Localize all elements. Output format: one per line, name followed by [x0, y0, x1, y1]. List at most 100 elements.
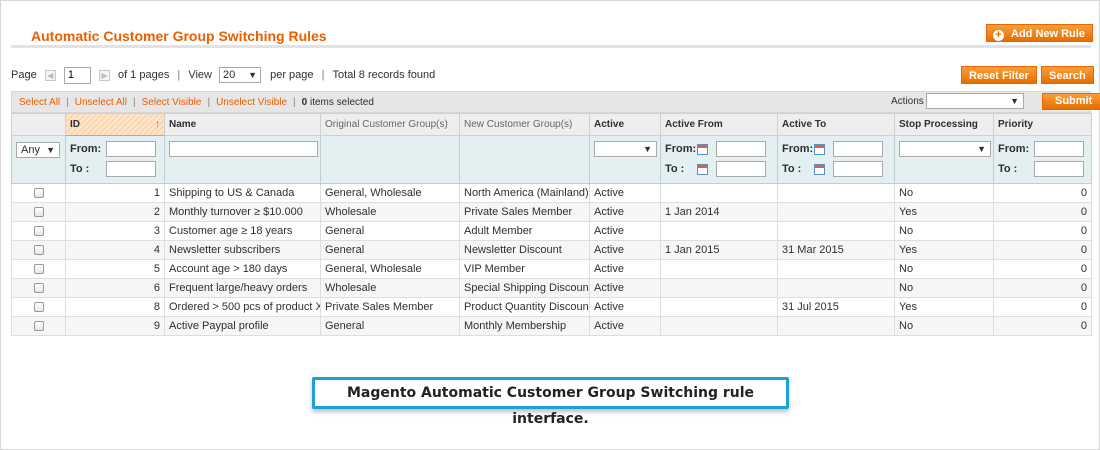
filter-original-groups: [320, 135, 460, 184]
grid-rows: 1 Shipping to US & Canada General, Wholesa…: [11, 183, 1092, 336]
active-from-to-label: To :: [665, 163, 685, 175]
table-row[interactable]: 2 Monthly turnover ≥ $10.000 Wholesale Priv…: [11, 202, 1092, 222]
header-id[interactable]: ID ↑: [65, 113, 165, 136]
stop-processing-filter-select[interactable]: ▼: [899, 141, 991, 157]
header-active-to[interactable]: Active To: [777, 113, 895, 136]
cell-priority: 0: [993, 278, 1092, 298]
cell-id: 8: [65, 297, 165, 317]
row-checkbox[interactable]: [33, 207, 44, 217]
cell-name: Account age > 180 days: [164, 259, 321, 279]
cell-to: [777, 259, 895, 279]
row-checkbox[interactable]: [33, 188, 44, 198]
page-label: Page: [11, 69, 37, 82]
rules-grid: ID ↑ Name Original Customer Group(s) New …: [11, 113, 1092, 336]
page-number-input[interactable]: [63, 66, 91, 84]
per-page-select[interactable]: 20 ▼: [219, 67, 262, 84]
table-row[interactable]: 5 Account age > 180 days General, Wholesal…: [11, 259, 1092, 279]
cell-id: 4: [65, 240, 165, 260]
calendar-icon[interactable]: [814, 143, 825, 155]
row-checkbox[interactable]: [33, 321, 44, 331]
header-priority[interactable]: Priority: [993, 113, 1092, 136]
table-row[interactable]: 8 Ordered > 500 pcs of product X Private S…: [11, 297, 1092, 317]
active-to-to-input[interactable]: [833, 161, 883, 178]
active-filter-select[interactable]: ▼: [594, 141, 657, 157]
cell-from: [660, 297, 778, 317]
page-title: Automatic Customer Group Switching Rules: [31, 28, 327, 44]
row-checkbox-cell: [11, 278, 66, 298]
select-visible-link[interactable]: Select Visible: [142, 97, 202, 108]
calendar-icon[interactable]: [697, 143, 708, 155]
unselect-visible-link[interactable]: Unselect Visible: [216, 97, 287, 108]
cell-new: Monthly Membership: [459, 316, 590, 336]
header-active-from[interactable]: Active From: [660, 113, 778, 136]
caption-box: Magento Automatic Customer Group Switchi…: [312, 377, 789, 427]
massaction-bar: Select All | Unselect All | Select Visible | U…: [11, 91, 1100, 113]
items-selected-suffix: items selected: [307, 97, 374, 108]
filter-active: ▼: [589, 135, 661, 184]
row-checkbox[interactable]: [33, 226, 44, 236]
filter-priority: From: To :: [993, 135, 1092, 184]
row-checkbox-cell: [11, 183, 66, 203]
table-row[interactable]: 1 Shipping to US & Canada General, Wholesa…: [11, 183, 1092, 203]
name-filter-input[interactable]: [169, 141, 318, 157]
priority-from-label: From:: [998, 143, 1030, 155]
row-checkbox[interactable]: [33, 302, 44, 312]
active-from-to-input[interactable]: [716, 161, 766, 178]
row-checkbox-cell: [11, 240, 66, 260]
cell-priority: 0: [993, 240, 1092, 260]
id-to-input[interactable]: [106, 161, 156, 178]
active-to-from-input[interactable]: [833, 141, 883, 158]
actions-select[interactable]: ▼: [926, 93, 1024, 109]
header-id-label: ID: [70, 119, 80, 130]
reset-filter-button[interactable]: Reset Filter: [961, 66, 1037, 84]
massaction-separator: |: [207, 97, 211, 108]
row-checkbox[interactable]: [33, 283, 44, 293]
cell-id: 9: [65, 316, 165, 336]
chevron-down-icon: ▼: [248, 70, 258, 81]
cell-original: General: [320, 316, 460, 336]
table-row[interactable]: 6 Frequent large/heavy orders Wholesale Spe…: [11, 278, 1092, 298]
massaction-separator: |: [293, 97, 296, 108]
chevron-down-icon: ▼: [977, 144, 986, 154]
select-all-link[interactable]: Select All: [19, 97, 60, 108]
row-checkbox-cell: [11, 297, 66, 317]
view-label: View: [188, 69, 212, 82]
filter-name: [164, 135, 321, 184]
priority-to-input[interactable]: [1034, 161, 1084, 178]
header-name[interactable]: Name: [164, 113, 321, 136]
table-row[interactable]: 4 Newsletter subscribers General Newsletter…: [11, 240, 1092, 260]
cell-new: North America (Mainland): [459, 183, 590, 203]
header-new-groups: New Customer Group(s): [459, 113, 590, 136]
search-button[interactable]: Search: [1041, 66, 1094, 84]
filter-active-from: From: To :: [660, 135, 778, 184]
calendar-icon[interactable]: [697, 163, 708, 175]
cell-original: General, Wholesale: [320, 259, 460, 279]
cell-to: [777, 202, 895, 222]
header-stop-processing[interactable]: Stop Processing: [894, 113, 994, 136]
cell-name: Shipping to US & Canada: [164, 183, 321, 203]
plus-circle-icon: +: [993, 30, 1004, 41]
active-from-from-input[interactable]: [716, 141, 766, 158]
submit-button[interactable]: Submit: [1042, 93, 1100, 110]
unselect-all-link[interactable]: Unselect All: [75, 97, 127, 108]
table-row[interactable]: 9 Active Paypal profile General Monthly Mem…: [11, 316, 1092, 336]
add-new-rule-label: Add New Rule: [1011, 28, 1085, 40]
id-from-input[interactable]: [106, 141, 156, 158]
priority-from-input[interactable]: [1034, 141, 1084, 158]
add-new-rule-button[interactable]: + Add New Rule: [986, 24, 1093, 42]
table-row[interactable]: 3 Customer age ≥ 18 years General Adult Mem…: [11, 221, 1092, 241]
active-to-from-label: From:: [782, 143, 814, 155]
calendar-icon[interactable]: [814, 163, 825, 175]
row-checkbox[interactable]: [33, 245, 44, 255]
next-page-arrow-icon[interactable]: ▶: [98, 69, 110, 81]
filter-id: From: To :: [65, 135, 165, 184]
filter-new-groups: [459, 135, 590, 184]
row-checkbox[interactable]: [33, 264, 44, 274]
cell-new: Special Shipping Discount: [459, 278, 590, 298]
header-active[interactable]: Active: [589, 113, 661, 136]
massaction-filter-select[interactable]: Any ▼: [16, 142, 60, 158]
prev-page-arrow-icon[interactable]: ◀: [44, 69, 56, 81]
cell-from: [660, 316, 778, 336]
cell-name: Ordered > 500 pcs of product X: [164, 297, 321, 317]
cell-id: 5: [65, 259, 165, 279]
